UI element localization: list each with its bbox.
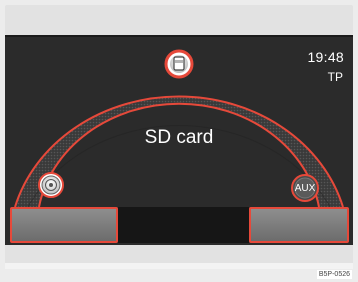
cd-disc-icon[interactable] <box>38 172 64 198</box>
aux-label: AUX <box>294 182 316 194</box>
tp-indicator: TP <box>327 70 343 84</box>
figure-code: B5P-0526 <box>316 270 352 279</box>
right-softkey[interactable] <box>249 207 349 243</box>
source-title: SD card <box>144 127 214 148</box>
top-band <box>5 5 353 35</box>
clock: 19:48 <box>307 49 344 65</box>
radio-screen: 19:48 TP SD card AUX <box>5 35 353 245</box>
center-softkey-area <box>118 207 249 243</box>
figure-frame: 19:48 TP SD card AUX B5P-0526 <box>0 0 358 282</box>
sd-card-icon[interactable] <box>164 49 194 79</box>
left-softkey[interactable] <box>10 207 118 243</box>
wheel-inner-edge <box>38 102 320 208</box>
bottom-band <box>5 245 353 269</box>
